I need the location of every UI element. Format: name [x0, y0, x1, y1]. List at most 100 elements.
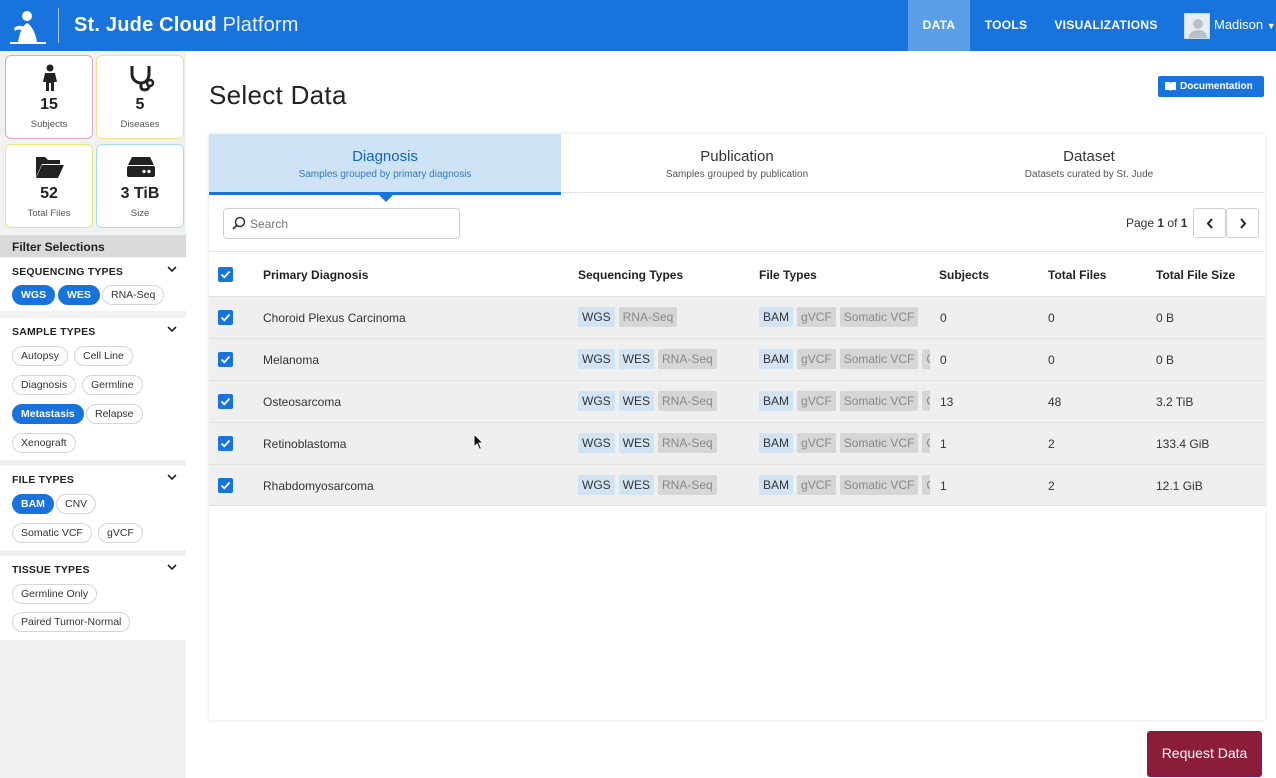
chip-bam[interactable]: BAM: [12, 494, 54, 514]
row-checkbox[interactable]: [218, 478, 233, 493]
type-tag: CNV: [922, 475, 930, 495]
stat-size-value: 3 TiB: [120, 185, 160, 202]
next-page-button[interactable]: [1226, 208, 1259, 238]
nav-data[interactable]: DATA: [908, 0, 970, 51]
table-row[interactable]: Choroid Plexus Carcinoma WGS RNA-Seq BAM gVC…: [209, 296, 1265, 338]
chip-relapse[interactable]: Relapse: [86, 404, 143, 424]
check-icon: [220, 355, 231, 364]
documentation-button[interactable]: Documentation: [1158, 76, 1264, 97]
col-sequencing-types[interactable]: Sequencing Types: [578, 268, 683, 282]
cell-file-types: BAMgVCFSomatic VCFCNV: [759, 433, 930, 454]
type-tag: BAM: [759, 349, 794, 369]
type-tag: RNA-Seq: [658, 391, 717, 411]
cell-subjects: 0: [940, 353, 947, 367]
cell-total-files: 0: [1048, 353, 1055, 367]
check-icon: [220, 481, 231, 490]
filter-group-sample-types: SAMPLE TYPES Autopsy Cell Line Diagnosis…: [0, 318, 186, 460]
col-subjects[interactable]: Subjects: [939, 268, 989, 282]
type-tag: WGS: [578, 307, 615, 327]
nav-tools[interactable]: TOOLS: [975, 0, 1037, 51]
chip-gvcf[interactable]: gVCF: [98, 523, 143, 543]
col-primary-diagnosis[interactable]: Primary Diagnosis: [263, 268, 368, 282]
avatar[interactable]: [1184, 13, 1210, 39]
row-checkbox[interactable]: [218, 436, 233, 451]
chip-germline-only[interactable]: Germline Only: [12, 584, 98, 604]
chip-diagnosis[interactable]: Diagnosis: [12, 375, 77, 395]
tab-publication[interactable]: Publication Samples grouped by publicati…: [561, 134, 913, 194]
cell-file-types: BAMgVCFSomatic VCFCNV: [759, 391, 930, 412]
chip-paired-tumor-normal[interactable]: Paired Tumor-Normal: [12, 612, 131, 632]
cell-total-file-size: 3.2 TiB: [1156, 395, 1194, 409]
chip-metastasis[interactable]: Metastasis: [12, 404, 84, 424]
prev-page-button[interactable]: [1193, 208, 1226, 238]
cell-total-file-size: 0 B: [1156, 353, 1175, 367]
data-card: Diagnosis Samples grouped by primary dia…: [209, 134, 1265, 720]
type-tag: WES: [618, 475, 655, 495]
cell-sequencing-types: WGS WES RNA-Seq: [578, 475, 748, 496]
stat-subjects-value: 15: [40, 96, 58, 113]
tab-dataset[interactable]: Dataset Datasets curated by St. Jude: [913, 134, 1265, 194]
type-tag: BAM: [759, 475, 794, 495]
row-checkbox[interactable]: [218, 394, 233, 409]
cell-total-files: 0: [1048, 311, 1055, 325]
table-row[interactable]: Osteosarcoma WGS WES RNA-Seq BAM gVCF Somatic …: [209, 380, 1265, 422]
cell-file-types: BAMgVCFSomatic VCFCNV: [759, 475, 930, 496]
col-total-file-size[interactable]: Total File Size: [1156, 268, 1235, 282]
select-all-checkbox[interactable]: [218, 267, 233, 282]
sidebar: 15 Subjects 5 Diseases 52 Total Files 3 …: [0, 51, 186, 778]
chip-xenograft[interactable]: Xenograft: [12, 433, 76, 453]
stat-total-files: 52 Total Files: [5, 144, 93, 228]
request-data-button[interactable]: Request Data: [1147, 731, 1262, 777]
table-row[interactable]: Melanoma WGSWESRNA-Seq BAMgVCFSomatic VCFC…: [209, 338, 1265, 380]
search-input[interactable]: [250, 215, 450, 233]
cell-subjects: 1: [940, 437, 947, 451]
chip-somatic-vcf[interactable]: Somatic VCF: [12, 523, 92, 543]
stat-diseases-label: Diseases: [120, 119, 160, 130]
chip-rna-seq[interactable]: RNA-Seq: [102, 285, 165, 305]
nav-visualizations[interactable]: VISUALIZATIONS: [1045, 0, 1167, 51]
cell-primary-diagnosis: Retinoblastoma: [263, 437, 347, 451]
chip-cell-line[interactable]: Cell Line: [74, 346, 133, 366]
col-total-files[interactable]: Total Files: [1048, 268, 1106, 282]
tab-subtitle: Samples grouped by primary diagnosis: [298, 169, 472, 180]
chip-germline[interactable]: Germline: [82, 375, 143, 395]
cell-primary-diagnosis: Choroid Plexus Carcinoma: [263, 311, 406, 325]
type-tag: WES: [618, 433, 655, 453]
page-title: Select Data: [209, 80, 347, 110]
chevron-down-icon[interactable]: [167, 472, 177, 482]
row-checkbox[interactable]: [218, 310, 233, 325]
cell-subjects: 13: [940, 395, 954, 409]
chevron-down-icon[interactable]: [167, 562, 177, 572]
chevron-down-icon[interactable]: [167, 264, 177, 274]
stat-subjects-label: Subjects: [30, 119, 68, 130]
table-header-top-line: [209, 251, 1265, 252]
cell-primary-diagnosis: Melanoma: [263, 353, 320, 367]
user-menu[interactable]: Madison ▼: [1214, 17, 1276, 32]
cell-sequencing-types: WGS WES RNA-Seq: [578, 391, 748, 412]
col-file-types[interactable]: File Types: [759, 268, 817, 282]
table-row[interactable]: Rhabdomyosarcoma WGS WES RNA-Seq BAM gVCF Soma…: [209, 464, 1265, 506]
type-tag: WGS: [578, 391, 615, 411]
chip-wes[interactable]: WES: [58, 285, 100, 305]
cell-subjects: 0: [940, 311, 947, 325]
type-tag: BAM: [759, 433, 794, 453]
brand-title[interactable]: St. Jude Cloud Platform: [74, 14, 299, 37]
row-checkbox[interactable]: [218, 352, 233, 367]
documentation-button-label: Documentation: [1180, 81, 1253, 92]
caret-down-icon: ▼: [1266, 21, 1276, 31]
tab-diagnosis[interactable]: Diagnosis Samples grouped by primary dia…: [209, 134, 561, 195]
tab-subtitle: Samples grouped by publication: [665, 169, 809, 180]
search-box[interactable]: [223, 208, 460, 239]
cell-sequencing-types: WGS WES RNA-Seq: [578, 433, 748, 454]
chip-wgs[interactable]: WGS: [12, 285, 56, 305]
st-jude-logo-icon[interactable]: [8, 8, 48, 44]
chip-autopsy[interactable]: Autopsy: [12, 346, 68, 366]
chevron-down-icon[interactable]: [167, 324, 177, 334]
type-tag: BAM: [759, 307, 794, 327]
type-tag: WES: [618, 391, 655, 411]
cell-total-file-size: 133.4 GiB: [1156, 437, 1210, 451]
cell-file-types: BAMgVCFSomatic VCFCNV: [759, 349, 930, 370]
type-tag: Somatic VCF: [839, 475, 919, 495]
chip-cnv[interactable]: CNV: [56, 494, 97, 514]
table-row[interactable]: Retinoblastoma WGS WES RNA-Seq BAM gVCF Somati…: [209, 422, 1265, 464]
